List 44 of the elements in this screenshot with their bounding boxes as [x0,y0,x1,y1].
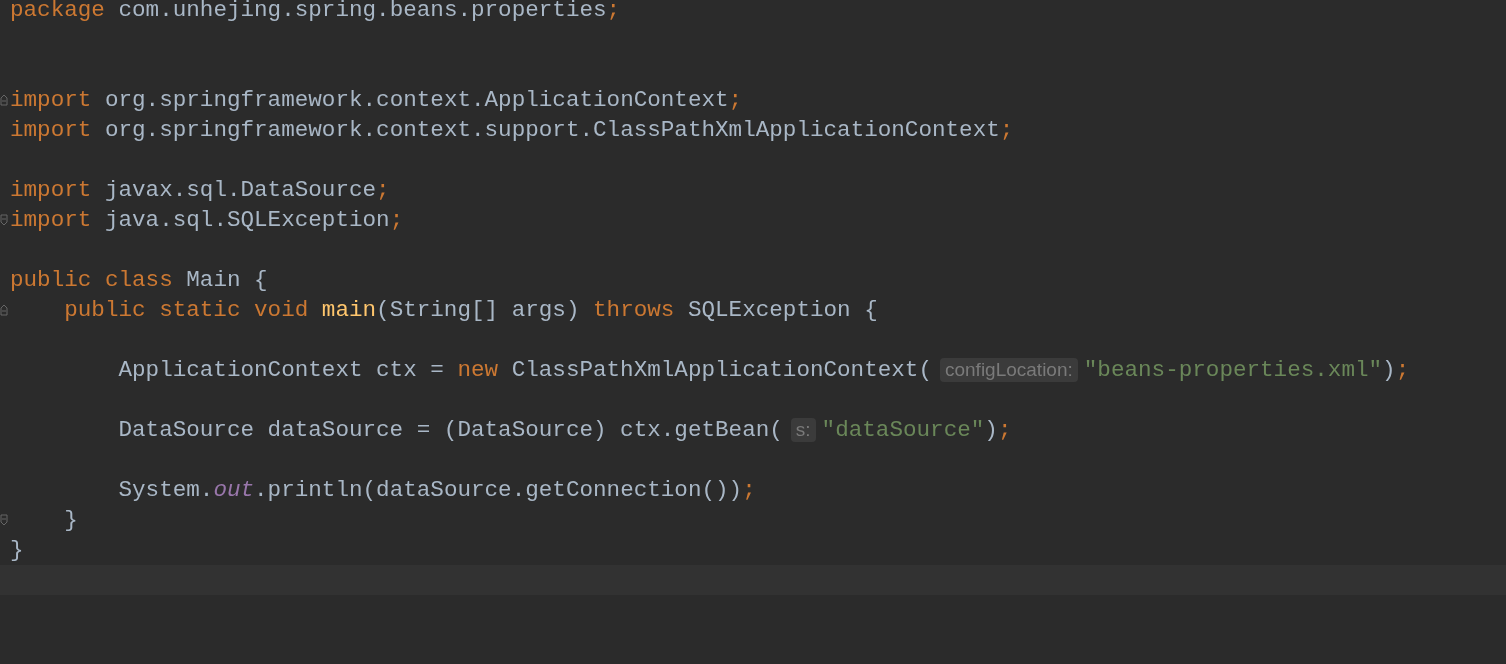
fold-marker-icon[interactable] [0,304,8,316]
code-text: (String[] args) [376,296,580,325]
code-keyword: throws [592,296,675,325]
code-text: org.springframework.context.support.ClassPathXmlApplicationContext [103,116,1000,145]
method-name: main [320,296,377,325]
code-text: System. [118,476,214,505]
fold-marker-icon[interactable] [0,94,8,106]
code-keyword: ; [389,206,404,235]
code-text: DataSource dataSource = (DataSource) ctx.getBean( [118,416,783,445]
parameter-hint: configLocation: [939,358,1078,382]
code-text: javax.sql.DataSource [103,176,377,205]
code-text: SQLException { [686,296,878,325]
code-keyword: import [10,86,92,115]
code-keyword: public class [10,266,173,295]
code-keyword: ; [376,176,390,205]
code-text: ) [984,416,998,445]
code-text: org.springframework.context.ApplicationContext [103,86,729,115]
fold-marker-icon[interactable] [0,214,8,226]
code-keyword: ; [606,0,621,25]
code-text: } [10,536,24,565]
code-text: } [64,506,78,535]
code-text: Main { [185,266,268,295]
code-keyword: package [10,0,105,25]
code-keyword: ; [997,416,1012,445]
code-keyword: ; [999,116,1014,145]
code-keyword: import [10,176,92,205]
code-text: java.sql.SQLException [103,206,390,235]
code-text: ApplicationContext ctx = [118,356,444,385]
code-text: .println(dataSource.getConnection()) [254,476,743,505]
code-keyword: new [456,356,499,385]
code-keyword: ; [1395,356,1410,385]
fold-marker-icon[interactable] [0,514,8,526]
code-keyword: ; [742,476,756,505]
static-field: out [213,475,255,505]
parameter-hint: s: [790,418,816,442]
code-keyword: ; [728,86,743,115]
code-keyword: import [10,206,92,235]
code-text: ClassPathXmlApplicationContext( [510,356,932,385]
code-string: "beans-properties.xml" [1083,356,1383,385]
code-keyword: public static void [64,296,309,325]
code-string: "dataSource" [821,416,985,445]
code-keyword: import [10,116,92,145]
code-text: com.unhejing.spring.beans.properties [117,0,607,25]
code-text: ) [1382,356,1396,385]
